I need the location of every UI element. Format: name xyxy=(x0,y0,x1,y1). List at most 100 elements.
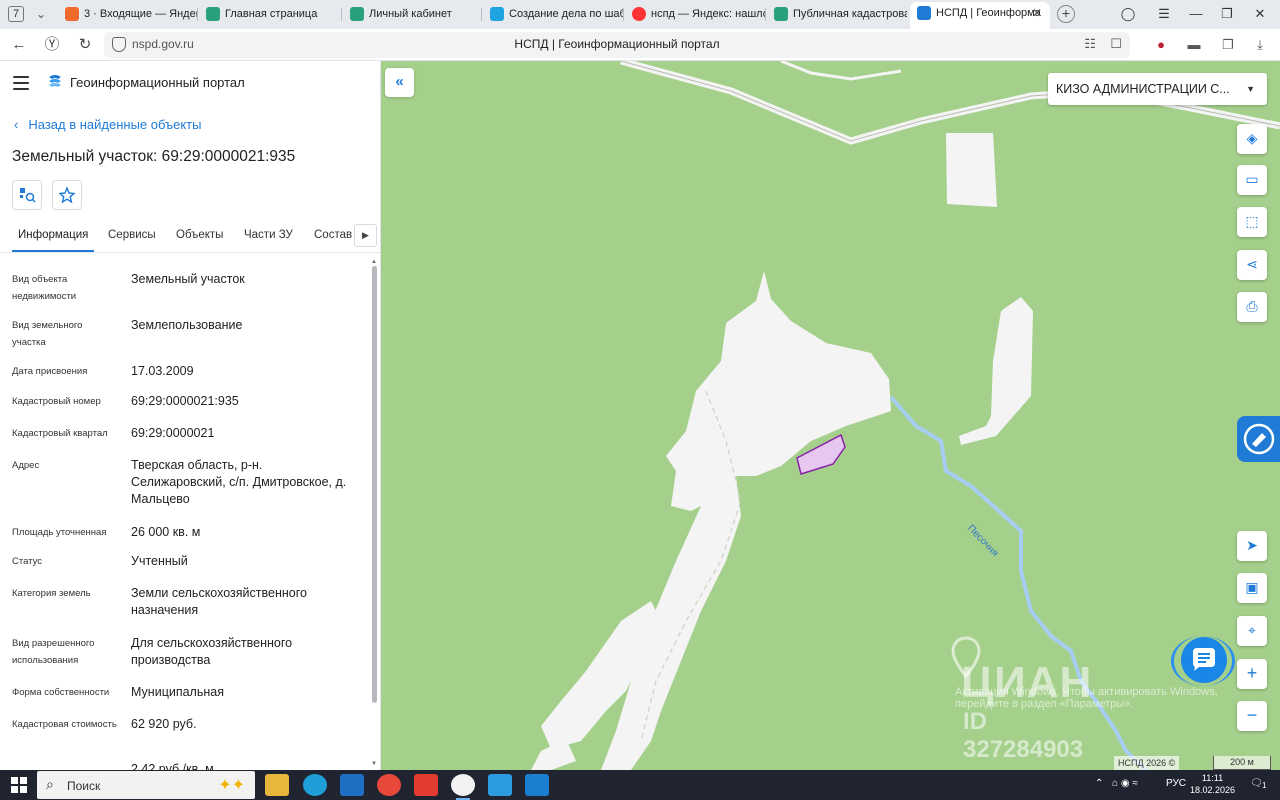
road xyxy=(780,61,902,81)
geo-search-button[interactable]: ⌖ xyxy=(1237,616,1267,646)
favorite-button[interactable] xyxy=(52,180,82,210)
tab-title: нспд — Яндекс: нашлос xyxy=(651,8,766,20)
navigation-arrow-icon: ➤ xyxy=(1246,537,1258,553)
taskbar-search[interactable]: ⌕ Поиск ✦✦ xyxy=(37,771,255,799)
profile-icon[interactable]: ◯ xyxy=(1116,4,1140,24)
tab-objects[interactable]: Объекты xyxy=(176,229,223,241)
tab-information[interactable]: Информация xyxy=(11,229,95,252)
bookmark-icon[interactable]: ☐ xyxy=(1110,36,1122,51)
notifications-icon[interactable]: 🗨 xyxy=(1250,778,1263,789)
tabs-dropdown-icon[interactable]: ⌄ xyxy=(30,4,52,24)
browser-tab-mail[interactable]: 3 · Входящие — Яндекс xyxy=(58,3,198,27)
reader-icon[interactable]: ☷ xyxy=(1084,36,1096,51)
close-window-button[interactable]: ✕ xyxy=(1248,4,1272,24)
file-explorer-icon[interactable] xyxy=(265,774,289,796)
share-icon: ⋖ xyxy=(1246,256,1258,272)
gosuslugi-button[interactable] xyxy=(1237,416,1280,462)
locate-button[interactable]: ➤ xyxy=(1237,531,1267,561)
chrome-icon[interactable] xyxy=(377,774,401,796)
windows-activation-hint: Активация Windows. Чтобы активировать Wi… xyxy=(955,686,1218,710)
property-value: Тверская область, р-н. Селижаровский, с/… xyxy=(131,458,347,506)
zoom-out-button[interactable]: − xyxy=(1237,701,1267,731)
minimize-button[interactable]: — xyxy=(1184,4,1208,24)
scroll-down-icon[interactable]: ▼ xyxy=(371,761,377,767)
restore-button[interactable]: ❐ xyxy=(1215,4,1239,24)
browser-tab-main[interactable]: Главная страница xyxy=(199,3,342,27)
site-icon xyxy=(917,6,931,20)
tray-icons[interactable]: ⌂ ◉ ≈ xyxy=(1112,778,1138,789)
page-title-text: НСПД | Геоинформационный портал xyxy=(514,37,720,51)
browser-tab-case[interactable]: Создание дела по шаб. xyxy=(483,3,624,27)
property-label: Вид разрешенного использования xyxy=(12,638,95,666)
browser-tab-search[interactable]: нспд — Яндекс: нашлос xyxy=(625,3,766,27)
measure-button[interactable]: ▭ xyxy=(1237,165,1267,195)
feedback-icon xyxy=(1243,423,1275,455)
layer-select[interactable]: КИЗО АДМИНИСТРАЦИИ С... ▼ xyxy=(1048,73,1267,105)
url-field[interactable]: nspd.gov.ru НСПД | Геоинформационный пор… xyxy=(104,32,1130,58)
property-label: Кадастровый номер xyxy=(12,396,101,407)
site-icon xyxy=(206,7,220,21)
reload-icon[interactable]: ↻ xyxy=(74,35,96,55)
sparkle-icon: ✦✦ xyxy=(218,777,245,794)
geo-search-icon: ⌖ xyxy=(1248,622,1256,638)
layers-button[interactable]: ◈ xyxy=(1237,124,1267,154)
yandex-browser-icon[interactable] xyxy=(451,774,475,800)
notification-count: 1 xyxy=(1262,781,1267,790)
zoom-to-object-button[interactable] xyxy=(12,180,42,210)
open-field xyxy=(959,297,1033,445)
collections-icon[interactable]: ❐ xyxy=(1218,35,1238,55)
download-icon[interactable]: ⤓ xyxy=(1250,35,1270,55)
language-indicator[interactable]: РУС xyxy=(1166,778,1186,789)
browser-tab-nspd[interactable]: НСПД | Геоинформа ✕ xyxy=(910,2,1050,29)
menu-icon[interactable]: ☰ xyxy=(1152,4,1176,24)
print-button[interactable]: ⎙ xyxy=(1237,292,1267,322)
tab-title: 3 · Входящие — Яндекс xyxy=(84,8,198,20)
edge-icon[interactable] xyxy=(303,774,327,796)
tab-composition[interactable]: Состав xyxy=(314,229,352,241)
share-button[interactable]: ⋖ xyxy=(1237,250,1267,280)
start-button[interactable] xyxy=(11,777,27,793)
back-arrow-icon[interactable]: ← xyxy=(8,35,30,55)
zoom-in-button[interactable]: + xyxy=(1237,659,1267,689)
scroll-up-icon[interactable]: ▲ xyxy=(371,259,377,265)
scale-bar: 200 м xyxy=(1213,756,1271,770)
hamburger-menu-icon[interactable] xyxy=(13,76,29,94)
property-label: Статус xyxy=(12,556,43,567)
clock[interactable]: 11:11 18.02.2026 xyxy=(1190,772,1235,796)
select-area-button[interactable]: ⬚ xyxy=(1237,207,1267,237)
yandex-app-icon[interactable] xyxy=(414,774,438,796)
tab-services[interactable]: Сервисы xyxy=(108,229,156,241)
yandex-home-icon[interactable]: Ⓨ xyxy=(41,35,63,55)
browser-tab-cadastre[interactable]: Публичная кадастрова xyxy=(767,3,907,27)
property-value: 69:29:0000021:935 xyxy=(131,394,239,408)
ruler-icon: ▭ xyxy=(1245,171,1259,187)
minimap-button[interactable]: ▣ xyxy=(1237,573,1267,603)
clock-time: 11:11 xyxy=(1201,773,1224,783)
map-canvas[interactable] xyxy=(381,61,1280,770)
tabs-next-button[interactable]: ▶ xyxy=(354,224,377,247)
extension-icon[interactable]: ● xyxy=(1151,35,1171,55)
minimap-icon: ▣ xyxy=(1245,579,1259,595)
chevron-down-icon: ▼ xyxy=(1246,84,1255,94)
downloads-cloud-icon[interactable]: ▬ xyxy=(1184,35,1204,55)
chevron-up-icon[interactable]: ⌃ xyxy=(1095,778,1103,789)
property-label: Кадастровая стоимость xyxy=(12,719,117,730)
close-tab-icon[interactable]: ✕ xyxy=(1032,2,1042,24)
new-tab-button[interactable]: + xyxy=(1057,5,1075,23)
property-label: Форма собственности xyxy=(12,687,110,698)
object-search-icon xyxy=(20,188,36,203)
map-view[interactable]: Песочня ЦИАН Активация Windows. Чтобы ак… xyxy=(381,61,1280,770)
panel-scrollbar[interactable] xyxy=(372,266,377,703)
info-tabs: Информация Сервисы Объекты Части ЗУ Сост… xyxy=(0,221,380,253)
back-to-results-link[interactable]: ‹ Назад в найденные объекты xyxy=(14,117,201,132)
outlook-icon[interactable] xyxy=(340,774,364,796)
tab-count-button[interactable]: 7 xyxy=(8,6,24,22)
tab-parts[interactable]: Части ЗУ xyxy=(244,229,293,241)
app-icon[interactable] xyxy=(488,774,512,796)
property-value: Для сельскохозяйственного производства xyxy=(131,636,293,667)
chat-button[interactable] xyxy=(1181,637,1227,683)
browser-tab-cabinet[interactable]: Личный кабинет xyxy=(343,3,482,27)
app-icon[interactable] xyxy=(525,774,549,796)
map-attribution: НСПД 2026 © xyxy=(1114,756,1180,770)
collapse-panel-button[interactable]: « xyxy=(385,68,414,97)
